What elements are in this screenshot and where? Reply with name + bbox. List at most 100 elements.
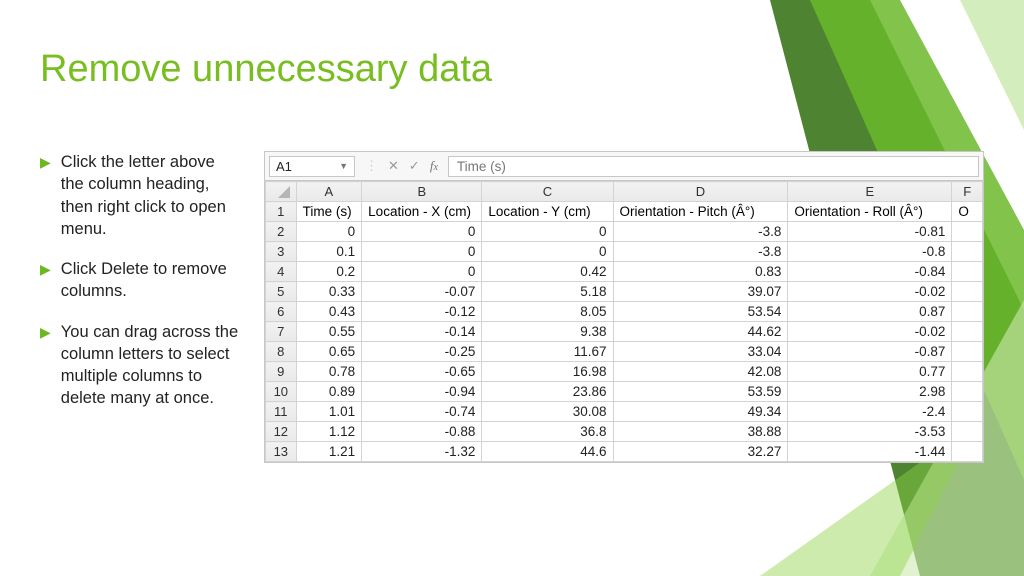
cell[interactable] <box>952 422 983 442</box>
row-header[interactable]: 1 <box>266 202 297 222</box>
cell[interactable]: 49.34 <box>613 402 788 422</box>
row-header[interactable]: 13 <box>266 442 297 462</box>
cell[interactable]: 0.43 <box>296 302 362 322</box>
cell[interactable]: Location - Y (cm) <box>482 202 613 222</box>
cell[interactable]: 44.62 <box>613 322 788 342</box>
row-header[interactable]: 7 <box>266 322 297 342</box>
col-header[interactable]: F <box>952 182 983 202</box>
cell[interactable]: 53.59 <box>613 382 788 402</box>
cell[interactable]: -0.65 <box>362 362 482 382</box>
row-header[interactable]: 4 <box>266 262 297 282</box>
cell[interactable]: 0.2 <box>296 262 362 282</box>
cell[interactable] <box>952 402 983 422</box>
row-header[interactable]: 3 <box>266 242 297 262</box>
formula-input[interactable]: Time (s) <box>448 156 979 177</box>
cell[interactable]: -0.14 <box>362 322 482 342</box>
cell[interactable]: 0.77 <box>788 362 952 382</box>
cell[interactable]: 0.33 <box>296 282 362 302</box>
cell[interactable]: -1.32 <box>362 442 482 462</box>
row-header[interactable]: 9 <box>266 362 297 382</box>
cell[interactable]: Location - X (cm) <box>362 202 482 222</box>
cell[interactable]: -0.02 <box>788 322 952 342</box>
cell[interactable]: 5.18 <box>482 282 613 302</box>
cell[interactable]: 9.38 <box>482 322 613 342</box>
cell[interactable]: 0.89 <box>296 382 362 402</box>
col-header[interactable]: B <box>362 182 482 202</box>
cell[interactable] <box>952 222 983 242</box>
cell[interactable] <box>952 242 983 262</box>
cell[interactable]: 0.1 <box>296 242 362 262</box>
row-header[interactable]: 10 <box>266 382 297 402</box>
cell[interactable]: 0.65 <box>296 342 362 362</box>
cell[interactable]: 16.98 <box>482 362 613 382</box>
cell[interactable]: -3.8 <box>613 222 788 242</box>
cell[interactable] <box>952 382 983 402</box>
cell[interactable] <box>952 302 983 322</box>
cell[interactable]: -0.12 <box>362 302 482 322</box>
col-header[interactable]: D <box>613 182 788 202</box>
cell[interactable]: 0 <box>482 222 613 242</box>
cell[interactable]: 0 <box>296 222 362 242</box>
row-header[interactable]: 6 <box>266 302 297 322</box>
col-header[interactable]: E <box>788 182 952 202</box>
enter-icon[interactable]: ✓ <box>409 158 420 174</box>
cell[interactable] <box>952 342 983 362</box>
cell[interactable] <box>952 322 983 342</box>
cell[interactable]: -2.4 <box>788 402 952 422</box>
cell[interactable] <box>952 442 983 462</box>
cell[interactable]: 11.67 <box>482 342 613 362</box>
row-header[interactable]: 5 <box>266 282 297 302</box>
cell[interactable]: 38.88 <box>613 422 788 442</box>
cell[interactable]: 30.08 <box>482 402 613 422</box>
cell[interactable]: 32.27 <box>613 442 788 462</box>
cell[interactable]: 8.05 <box>482 302 613 322</box>
cell[interactable]: -0.07 <box>362 282 482 302</box>
cell[interactable]: 0.55 <box>296 322 362 342</box>
cell[interactable]: 0 <box>362 242 482 262</box>
cell[interactable]: -1.44 <box>788 442 952 462</box>
cell[interactable]: 1.21 <box>296 442 362 462</box>
cell[interactable]: -0.88 <box>362 422 482 442</box>
cell[interactable]: O <box>952 202 983 222</box>
cell[interactable]: 53.54 <box>613 302 788 322</box>
fx-icon[interactable]: fx <box>430 158 438 174</box>
cell[interactable]: -0.02 <box>788 282 952 302</box>
row-header[interactable]: 11 <box>266 402 297 422</box>
cell[interactable]: 0.78 <box>296 362 362 382</box>
cell[interactable]: 0 <box>362 222 482 242</box>
col-header[interactable]: A <box>296 182 362 202</box>
row-header[interactable]: 2 <box>266 222 297 242</box>
cell[interactable]: 0.83 <box>613 262 788 282</box>
cell[interactable] <box>952 362 983 382</box>
cell[interactable]: -0.81 <box>788 222 952 242</box>
cell[interactable]: -0.84 <box>788 262 952 282</box>
cell[interactable] <box>952 282 983 302</box>
cell[interactable]: 42.08 <box>613 362 788 382</box>
col-header[interactable]: C <box>482 182 613 202</box>
cell[interactable]: 1.12 <box>296 422 362 442</box>
cell[interactable]: 23.86 <box>482 382 613 402</box>
cell[interactable]: Time (s) <box>296 202 362 222</box>
cell[interactable]: 2.98 <box>788 382 952 402</box>
cell[interactable]: 0.42 <box>482 262 613 282</box>
cell[interactable]: 39.07 <box>613 282 788 302</box>
cell[interactable]: -0.25 <box>362 342 482 362</box>
cell[interactable]: 0.87 <box>788 302 952 322</box>
cell[interactable]: 44.6 <box>482 442 613 462</box>
cell[interactable]: 33.04 <box>613 342 788 362</box>
cell[interactable]: -3.53 <box>788 422 952 442</box>
cell[interactable]: Orientation - Roll (Â°) <box>788 202 952 222</box>
cell[interactable]: -0.87 <box>788 342 952 362</box>
cell[interactable] <box>952 262 983 282</box>
cell[interactable]: -0.94 <box>362 382 482 402</box>
cell[interactable]: -3.8 <box>613 242 788 262</box>
row-header[interactable]: 8 <box>266 342 297 362</box>
cell[interactable]: 0 <box>482 242 613 262</box>
name-box[interactable]: A1 ▼ <box>269 156 355 177</box>
cell[interactable]: -0.74 <box>362 402 482 422</box>
cell[interactable]: -0.8 <box>788 242 952 262</box>
cell[interactable]: 1.01 <box>296 402 362 422</box>
cell[interactable]: 36.8 <box>482 422 613 442</box>
cell[interactable]: Orientation - Pitch (Â°) <box>613 202 788 222</box>
cancel-icon[interactable]: ✕ <box>388 158 399 174</box>
